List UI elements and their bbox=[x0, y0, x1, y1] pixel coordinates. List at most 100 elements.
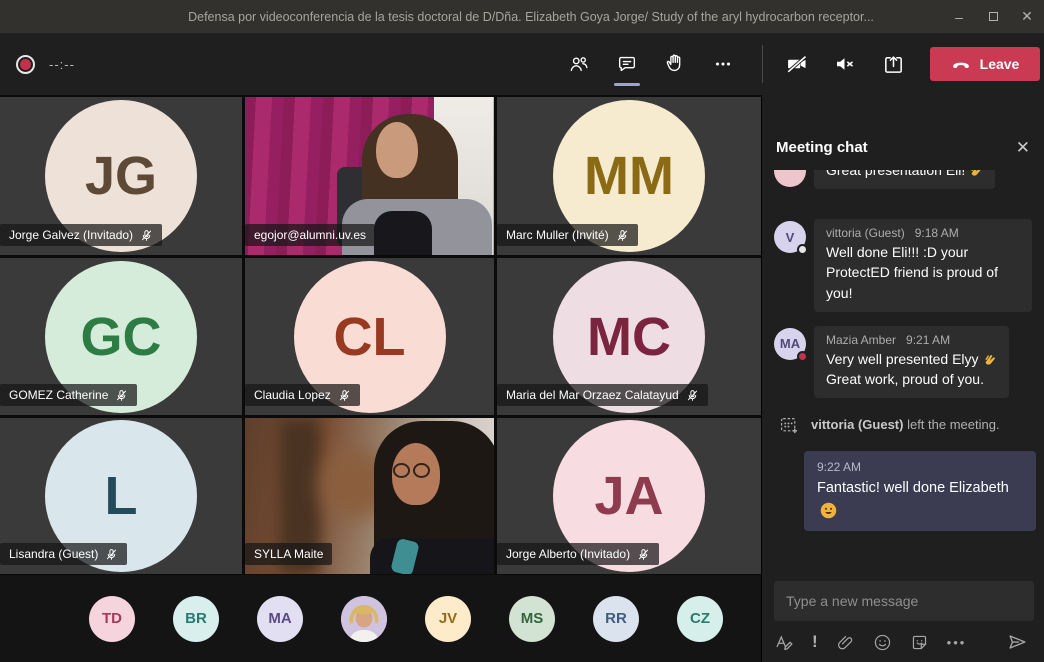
participant-tile-jorge-galvez[interactable]: JG Jorge Galvez (Invitado) bbox=[0, 97, 242, 255]
mic-off-icon bbox=[140, 229, 153, 242]
name-label: Lisandra (Guest) bbox=[0, 543, 127, 565]
message-author: vittoria (Guest) bbox=[826, 226, 905, 240]
chat-compose: ! ••• bbox=[762, 581, 1044, 662]
toolbar-center bbox=[562, 44, 771, 84]
mic-off-icon bbox=[637, 548, 650, 561]
participant-tile-marc-muller[interactable]: MM Marc Muller (Invité) bbox=[497, 97, 761, 255]
important-icon[interactable]: ! bbox=[812, 632, 818, 652]
attach-icon[interactable] bbox=[836, 633, 855, 652]
message-time: 9:18 AM bbox=[915, 226, 959, 240]
smile-emoji bbox=[820, 502, 837, 519]
maximize-icon[interactable] bbox=[976, 0, 1010, 33]
avatar-initials: GC bbox=[81, 306, 162, 368]
chat-input[interactable] bbox=[774, 581, 1034, 621]
name-label: Jorge Galvez (Invitado) bbox=[0, 224, 162, 246]
toolbar-right bbox=[780, 44, 910, 84]
clap-emoji bbox=[968, 170, 983, 178]
avatar-initials: CL bbox=[334, 306, 406, 368]
avatar: V bbox=[774, 221, 806, 253]
chat-message: V vittoria (Guest) 9:18 AM Well done Eli… bbox=[774, 219, 1032, 312]
recording-indicator: --:-- bbox=[16, 55, 75, 74]
format-icon[interactable] bbox=[774, 632, 794, 652]
mic-off-icon bbox=[105, 548, 118, 561]
share-icon[interactable] bbox=[876, 44, 910, 84]
message-text: Very well presented Elyy Great work, pro… bbox=[826, 349, 997, 390]
clap-emoji bbox=[982, 352, 997, 367]
avatar-initials: MM bbox=[584, 145, 674, 207]
roster-avatar[interactable]: TD bbox=[89, 596, 135, 642]
roster-avatar[interactable]: MA bbox=[257, 596, 303, 642]
roster-avatar-photo[interactable] bbox=[341, 596, 387, 642]
emoji-icon[interactable] bbox=[873, 633, 892, 652]
photo-avatar bbox=[341, 596, 387, 642]
participant-tile-gomez-catherine[interactable]: GC GOMEZ Catherine bbox=[0, 258, 242, 415]
video-grid: JG Jorge Galvez (Invitado) egojor@alumni… bbox=[0, 97, 761, 574]
camera-off-icon[interactable] bbox=[780, 44, 814, 84]
event-author: vittoria (Guest) bbox=[811, 417, 903, 432]
compose-toolbar: ! ••• bbox=[774, 630, 1034, 654]
participant-tile-jorge-alberto[interactable]: JA Jorge Alberto (Invitado) bbox=[497, 418, 761, 574]
name-label: SYLLA Maite bbox=[245, 543, 332, 565]
chat-close-icon[interactable]: ✕ bbox=[1016, 139, 1030, 156]
chat-messages: Great presentation Eli! V vittoria (Gues… bbox=[762, 170, 1044, 531]
chat-title: Meeting chat bbox=[776, 139, 868, 156]
avatar-initials: JG bbox=[85, 145, 157, 207]
roster-avatar[interactable]: JV bbox=[425, 596, 471, 642]
message-text: Well done Eli!!! :D your ProtectED frien… bbox=[826, 242, 1020, 303]
more-icon[interactable]: ••• bbox=[947, 635, 967, 650]
chat-header: Meeting chat ✕ bbox=[762, 95, 1044, 170]
roster-avatar[interactable]: MS bbox=[509, 596, 555, 642]
participant-tile-maria-orzaez[interactable]: MC Maria del Mar Orzaez Calatayud bbox=[497, 258, 761, 415]
chat-message-partial: Great presentation Eli! bbox=[774, 170, 1032, 203]
event-text: left the meeting. bbox=[903, 417, 999, 432]
leave-button[interactable]: Leave bbox=[930, 47, 1040, 81]
name-label: Maria del Mar Orzaez Calatayud bbox=[497, 384, 708, 406]
hangup-icon bbox=[951, 54, 971, 74]
meeting-event-icon bbox=[780, 416, 799, 435]
participant-tile-lisandra[interactable]: L Lisandra (Guest) bbox=[0, 418, 242, 574]
presence-dot bbox=[797, 351, 808, 362]
sticker-icon[interactable] bbox=[910, 633, 929, 652]
participant-tile-sylla-maite[interactable]: SYLLA Maite bbox=[245, 418, 494, 574]
message-time: 9:22 AM bbox=[817, 460, 1023, 474]
name-label: Jorge Alberto (Invitado) bbox=[497, 543, 659, 565]
roster-avatar[interactable]: CZ bbox=[677, 596, 723, 642]
participant-tile-claudia-lopez[interactable]: CL Claudia Lopez bbox=[245, 258, 494, 415]
message-text: Fantastic! well done Elizabeth bbox=[817, 478, 1023, 498]
audio-roster-strip: TD BR MA JV MS RR CZ bbox=[0, 575, 761, 662]
avatar-initials: JA bbox=[594, 465, 663, 527]
participant-tile-egojor[interactable]: egojor@alumni.uv.es bbox=[245, 97, 494, 255]
more-options-icon[interactable] bbox=[706, 44, 740, 84]
speaker-muted-icon[interactable] bbox=[828, 44, 862, 84]
presence-dot bbox=[797, 244, 808, 255]
chat-event: vittoria (Guest) left the meeting. bbox=[780, 416, 1032, 435]
mic-off-icon bbox=[686, 389, 699, 402]
avatar-initials: MC bbox=[587, 306, 671, 368]
titlebar: Defensa por videoconferencia de la tesis… bbox=[0, 0, 1044, 33]
toolbar-divider bbox=[762, 45, 763, 83]
chat-icon[interactable] bbox=[610, 44, 644, 84]
window-controls: – ✕ bbox=[942, 0, 1044, 33]
close-icon[interactable]: ✕ bbox=[1010, 0, 1044, 33]
chat-message-self: 9:22 AM Fantastic! well done Elizabeth bbox=[774, 451, 1036, 530]
mic-off-icon bbox=[338, 389, 351, 402]
name-label: GOMEZ Catherine bbox=[0, 384, 137, 406]
name-label: Claudia Lopez bbox=[245, 384, 360, 406]
teams-meeting-window: Defensa por videoconferencia de la tesis… bbox=[0, 0, 1044, 662]
mic-off-icon bbox=[115, 389, 128, 402]
name-label: Marc Muller (Invité) bbox=[497, 224, 638, 246]
name-label: egojor@alumni.uv.es bbox=[245, 224, 375, 246]
window-title: Defensa por videoconferencia de la tesis… bbox=[0, 10, 942, 24]
avatar-initials: L bbox=[105, 465, 138, 527]
avatar bbox=[774, 170, 806, 187]
raise-hand-icon[interactable] bbox=[658, 44, 692, 84]
send-icon[interactable] bbox=[1006, 631, 1028, 653]
mic-off-icon bbox=[616, 229, 629, 242]
recording-dot-icon bbox=[16, 55, 35, 74]
participants-icon[interactable] bbox=[562, 44, 596, 84]
meeting-toolbar: --:-- bbox=[0, 33, 1044, 95]
video-stage: JG Jorge Galvez (Invitado) egojor@alumni… bbox=[0, 95, 761, 662]
roster-avatar[interactable]: RR bbox=[593, 596, 639, 642]
roster-avatar[interactable]: BR bbox=[173, 596, 219, 642]
minimize-icon[interactable]: – bbox=[942, 0, 976, 33]
